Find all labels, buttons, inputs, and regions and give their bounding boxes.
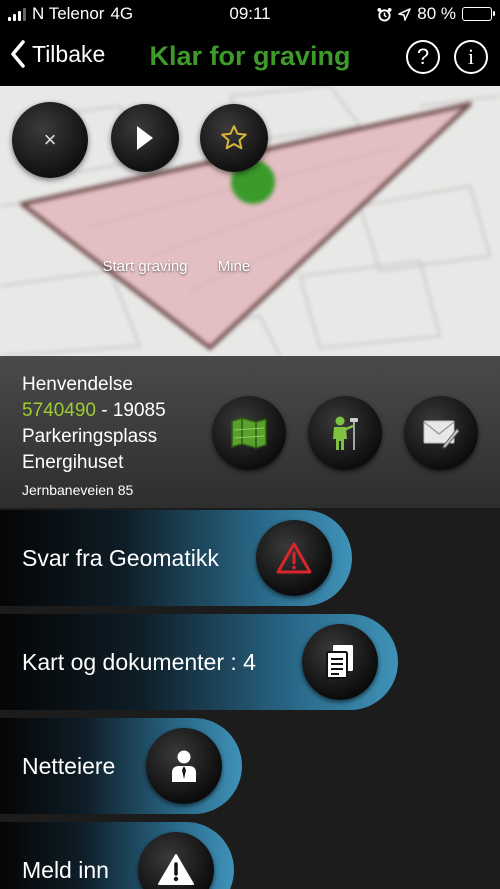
inquiry-number-line: 5740490 - 19085 <box>22 398 166 424</box>
menu-list: Svar fra Geomatikk Kart og dokumenter : … <box>0 508 500 889</box>
menu-item-geomatikk-response[interactable]: Svar fra Geomatikk <box>0 510 352 606</box>
map-icon <box>231 417 267 449</box>
info-button[interactable]: i <box>454 40 488 74</box>
inquiry-sub-number: 19085 <box>112 400 166 421</box>
close-button[interactable]: × <box>12 102 88 178</box>
star-icon <box>221 125 247 150</box>
send-message-button[interactable] <box>404 396 478 470</box>
mine-label: Mine <box>217 258 251 275</box>
number-separator: - <box>95 400 113 421</box>
menu-icon-button <box>146 728 222 804</box>
menu-item-label: Kart og dokumenter : 4 <box>22 649 256 675</box>
alert-icon <box>158 854 194 885</box>
menu-item-network-owners[interactable]: Netteiere <box>0 718 242 814</box>
menu-item-maps-documents[interactable]: Kart og dokumenter : 4 <box>0 614 398 710</box>
status-right: 80 % <box>377 4 495 24</box>
documents-icon <box>326 645 353 679</box>
inquiry-details: Henvendelse 5740490 - 19085 Parkeringspl… <box>22 372 166 500</box>
warning-triangle-icon <box>276 542 312 574</box>
place-line-1: Parkeringsplass <box>22 426 158 447</box>
menu-item-label: Meld inn <box>22 857 109 883</box>
help-icon: ? <box>416 44 430 69</box>
location-arrow-icon <box>398 7 412 21</box>
inquiry-address: Jernbaneveien 85 <box>22 482 134 498</box>
menu-item-report[interactable]: Meld inn <box>0 822 234 889</box>
battery-icon <box>462 7 495 21</box>
menu-icon-button <box>302 624 378 700</box>
close-icon: × <box>43 127 57 152</box>
battery-percent: 80 % <box>417 4 456 23</box>
menu-item-label: Netteiere <box>22 753 116 779</box>
inquiry-panel: Henvendelse 5740490 - 19085 Parkeringspl… <box>0 356 500 508</box>
surveyor-icon <box>333 416 358 450</box>
alarm-icon <box>377 7 392 22</box>
surveyor-button[interactable] <box>308 396 382 470</box>
favorite-button[interactable] <box>200 104 268 172</box>
info-icon: i <box>467 44 475 69</box>
status-bar: N Telenor 4G 09:11 80 % <box>0 0 500 28</box>
nav-bar: Tilbake Klar for graving ? i <box>0 28 500 86</box>
map-view[interactable]: × Start graving Mine <box>0 86 500 356</box>
mail-edit-icon <box>423 420 460 449</box>
menu-item-label: Svar fra Geomatikk <box>22 545 219 571</box>
inquiry-number[interactable]: 5740490 <box>22 400 96 421</box>
menu-icon-button <box>256 520 332 596</box>
person-icon <box>172 750 196 782</box>
inquiry-heading: Henvendelse <box>22 374 133 395</box>
menu-icon-button <box>138 832 214 889</box>
help-button[interactable]: ? <box>406 40 440 74</box>
play-icon <box>137 126 153 150</box>
map-button[interactable] <box>212 396 286 470</box>
place-line-2: Energihuset <box>22 452 124 473</box>
start-digging-label: Start graving <box>102 258 188 275</box>
start-digging-button[interactable] <box>111 104 179 172</box>
